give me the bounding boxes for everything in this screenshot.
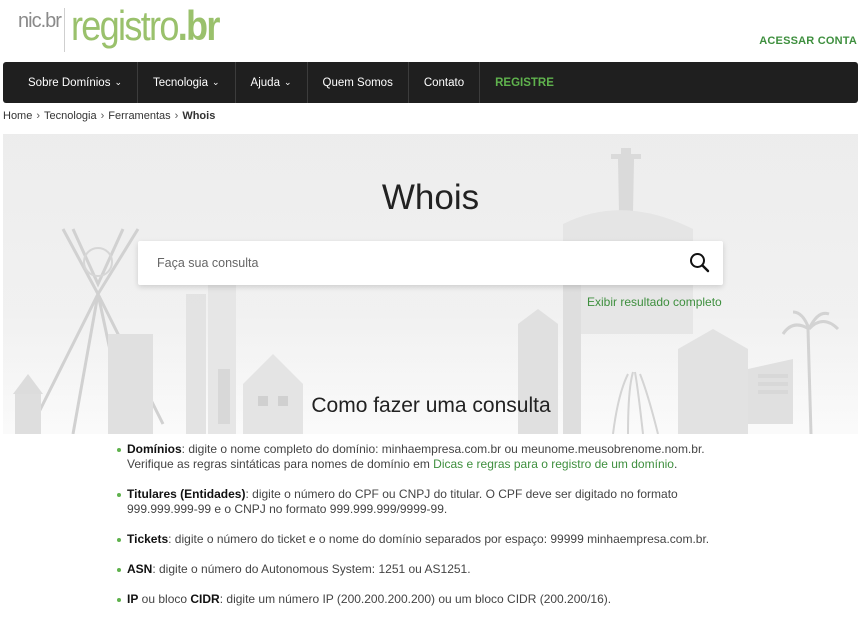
chevron-down-icon: ⌄	[283, 77, 292, 87]
main-navbar: Sobre Domínios ⌄ Tecnologia ⌄ Ajuda ⌄ Quem …	[3, 62, 858, 103]
nav-item-label: Ajuda	[250, 76, 280, 89]
logo-divider	[64, 8, 65, 52]
nav-item-sobre-dominios[interactable]: Sobre Domínios ⌄	[3, 62, 139, 103]
howto-term: ASN	[127, 562, 153, 576]
breadcrumb: Home › Tecnologia › Ferramentas › Whois	[3, 110, 215, 122]
breadcrumb-ferramentas[interactable]: Ferramentas	[108, 110, 170, 122]
howto-term: Titulares (Entidades)	[127, 487, 246, 501]
full-result-link[interactable]: Exibir resultado completo	[587, 295, 722, 309]
howto-term: Domínios	[127, 442, 182, 456]
nav-item-quem-somos[interactable]: Quem Somos	[308, 62, 409, 103]
list-item: IP ou bloco CIDR: digite um número IP (2…	[117, 592, 737, 607]
breadcrumb-separator: ›	[100, 110, 105, 122]
hero-banner: Whois Exibir resultado completo	[3, 134, 858, 434]
chevron-down-icon: ⌄	[114, 77, 123, 87]
rules-link[interactable]: Dicas e regras para o registro de um dom…	[433, 457, 674, 471]
site-header: nic.br registro.br ACESSAR CONTA	[0, 0, 862, 62]
nav-item-label: Contato	[423, 76, 465, 89]
nav-item-label: Quem Somos	[322, 76, 393, 89]
nav-item-contato[interactable]: Contato	[409, 62, 481, 103]
list-item: Tickets: digite o número do ticket e o n…	[117, 532, 737, 547]
breadcrumb-current: Whois	[182, 110, 216, 122]
nic-br-logo[interactable]: nic.br	[18, 10, 62, 33]
howto-title: Como fazer uma consulta	[311, 394, 551, 417]
breadcrumb-separator: ›	[174, 110, 179, 122]
search-input[interactable]	[138, 241, 678, 285]
nav-item-label: Tecnologia	[153, 76, 208, 89]
howto-text: ou bloco	[138, 592, 191, 606]
howto-term: CIDR	[190, 592, 220, 606]
search-button[interactable]	[687, 250, 713, 276]
howto-text: : digite o número do Autonomous System: …	[152, 562, 471, 576]
registro-br-logo[interactable]: registro.br	[71, 2, 221, 50]
list-item: Domínios: digite o nome completo do domí…	[117, 442, 737, 472]
breadcrumb-home[interactable]: Home	[3, 110, 32, 122]
nav-item-tecnologia[interactable]: Tecnologia ⌄	[138, 62, 236, 103]
breadcrumb-separator: ›	[36, 110, 41, 122]
logo-registro-text: registro	[71, 2, 179, 49]
nav-item-label: Sobre Domínios	[28, 76, 111, 89]
howto-text: : digite o número do ticket e o nome do …	[168, 532, 710, 546]
howto-text: : digite um número IP (200.200.200.200) …	[219, 592, 612, 606]
chevron-down-icon: ⌄	[212, 77, 220, 87]
howto-term: Tickets	[127, 532, 169, 546]
list-item: ASN: digite o número do Autonomous Syste…	[117, 562, 737, 577]
nav-item-ajuda[interactable]: Ajuda ⌄	[236, 62, 308, 103]
search-icon	[690, 253, 710, 273]
list-item: Titulares (Entidades): digite o número d…	[117, 487, 737, 517]
search-box	[138, 241, 723, 285]
account-access-link[interactable]: ACESSAR CONTA	[759, 35, 857, 47]
howto-tail: .	[673, 457, 678, 471]
howto-term: IP	[127, 592, 139, 606]
page-title: Whois	[381, 178, 480, 217]
nav-item-registre[interactable]: REGISTRE	[480, 62, 569, 103]
logo-br-text: .br	[177, 2, 221, 49]
nav-item-label: REGISTRE	[495, 76, 554, 89]
breadcrumb-tecnologia[interactable]: Tecnologia	[44, 110, 97, 122]
howto-list: Domínios: digite o nome completo do domí…	[117, 442, 737, 622]
